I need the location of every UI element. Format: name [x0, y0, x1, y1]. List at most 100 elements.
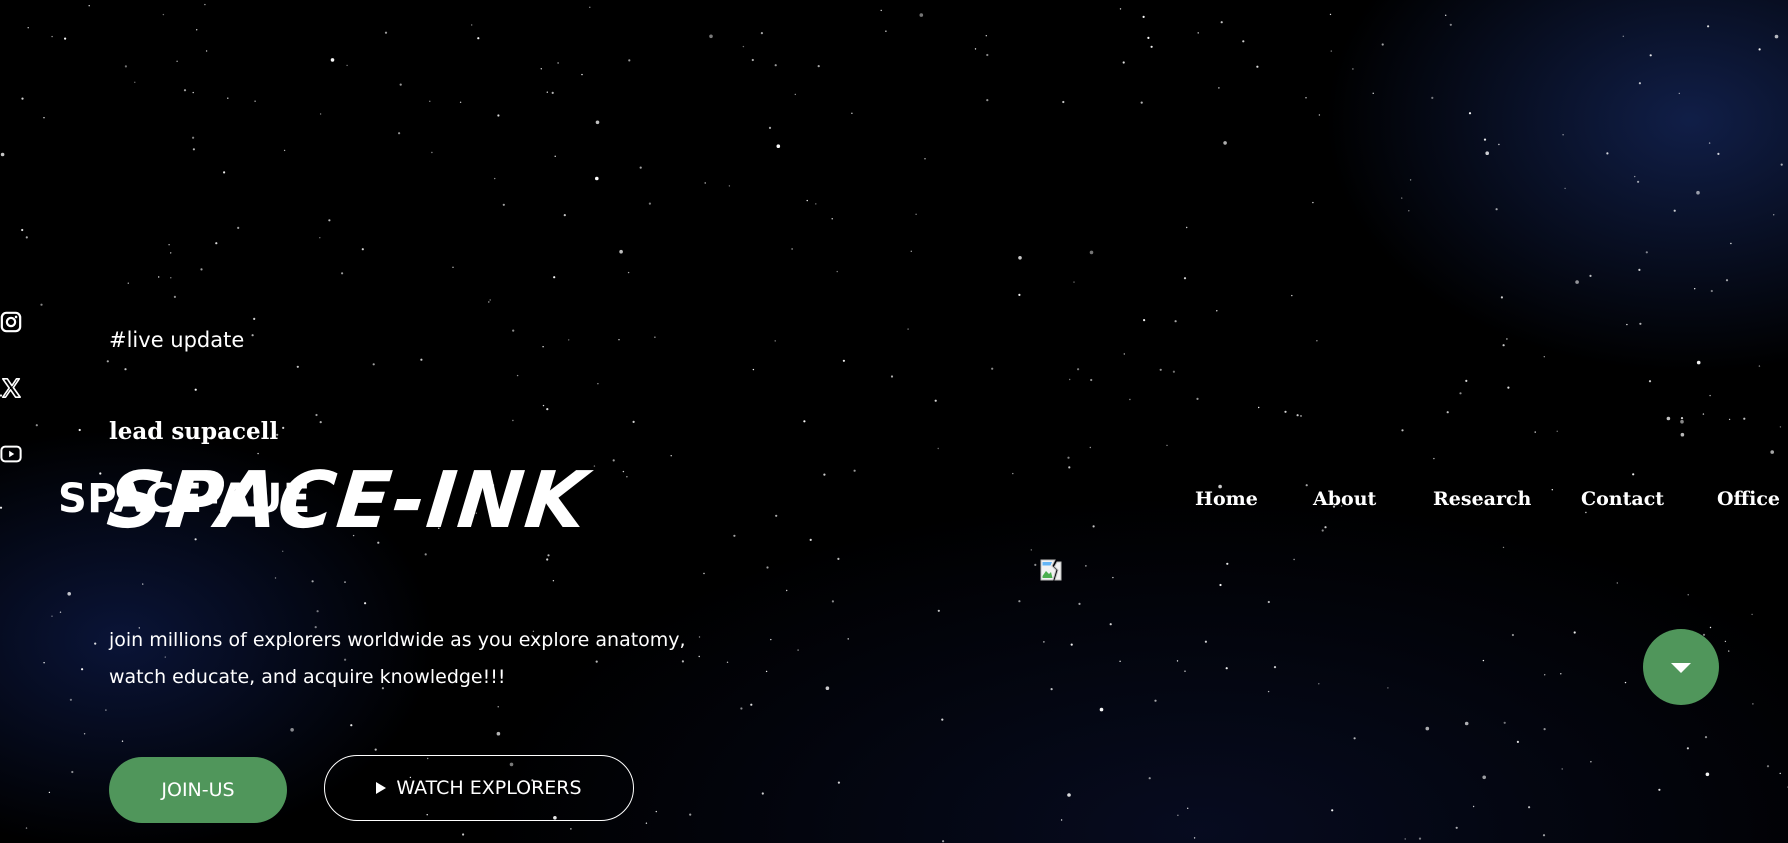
star [774, 340, 776, 342]
star [752, 368, 755, 371]
star [1090, 378, 1093, 382]
nav-item-contact[interactable]: Contact [1581, 488, 1664, 510]
star [81, 668, 84, 671]
star [1226, 562, 1229, 565]
nav-item-home[interactable]: Home [1195, 488, 1258, 510]
star [429, 100, 431, 103]
join-us-label: JOIN-US [161, 779, 235, 801]
star [1724, 640, 1727, 643]
star [540, 68, 542, 70]
star [836, 270, 838, 273]
star [937, 609, 940, 612]
instagram-icon[interactable] [0, 311, 22, 337]
star [1483, 138, 1487, 141]
star [1544, 674, 1546, 676]
nav-item-research[interactable]: Research [1433, 488, 1531, 510]
star [319, 421, 322, 424]
scroll-down-button[interactable] [1643, 629, 1719, 705]
star [1401, 197, 1403, 199]
star [774, 64, 777, 67]
star [1506, 338, 1508, 340]
chevron-down-icon [1671, 663, 1691, 673]
star [1408, 210, 1410, 212]
star [1704, 736, 1708, 739]
star [1534, 431, 1536, 433]
star [204, 3, 206, 6]
star [1176, 660, 1179, 662]
star [1353, 737, 1356, 740]
star [1561, 768, 1563, 770]
star [1312, 201, 1314, 204]
star [1589, 274, 1592, 277]
star [170, 252, 172, 254]
star [1766, 765, 1770, 768]
star [40, 303, 43, 306]
star [794, 93, 796, 96]
star [1273, 666, 1277, 669]
star [315, 413, 318, 417]
star [1702, 413, 1705, 415]
star [361, 248, 364, 251]
star [1293, 558, 1295, 561]
star [1099, 707, 1104, 712]
star [1119, 8, 1122, 10]
star [1502, 546, 1505, 549]
star [1147, 36, 1150, 40]
star [910, 250, 912, 252]
star [350, 724, 353, 727]
star [168, 244, 170, 246]
star [1562, 134, 1564, 136]
star [546, 408, 549, 411]
star [934, 399, 937, 402]
star [0, 506, 3, 509]
star [570, 828, 572, 830]
star [1686, 747, 1689, 750]
star [1401, 429, 1404, 432]
star [589, 6, 591, 8]
star [937, 447, 939, 450]
star [1433, 457, 1435, 460]
join-us-button[interactable]: JOIN-US [109, 757, 287, 823]
star [1728, 418, 1731, 421]
star [1482, 775, 1486, 780]
star [1758, 48, 1761, 51]
star [282, 426, 285, 429]
star [94, 642, 97, 645]
star [1330, 50, 1333, 52]
x-icon[interactable] [0, 377, 22, 403]
youtube-icon[interactable] [0, 443, 22, 469]
star [1696, 190, 1700, 195]
star [1543, 356, 1546, 358]
star [223, 171, 226, 174]
star [1445, 14, 1447, 16]
star [1267, 600, 1270, 604]
watch-explorers-button[interactable]: WATCH EXPLORERS [324, 755, 634, 821]
star [1324, 526, 1327, 529]
star [1516, 740, 1519, 744]
star [192, 148, 195, 151]
star [290, 728, 294, 732]
star [1482, 659, 1485, 662]
star [257, 452, 259, 455]
star [134, 81, 136, 84]
star [1204, 640, 1207, 643]
star [851, 112, 853, 115]
star [1404, 838, 1406, 840]
nav-item-office[interactable]: Office [1717, 488, 1780, 510]
star [282, 550, 284, 552]
star [364, 602, 367, 605]
star [1329, 13, 1332, 16]
star [1502, 344, 1505, 347]
star [554, 155, 556, 157]
star [597, 383, 599, 385]
star [1258, 406, 1260, 409]
star [986, 99, 989, 102]
star [628, 59, 631, 62]
star [497, 114, 500, 117]
star [1018, 600, 1021, 603]
star [1018, 255, 1022, 260]
star [283, 149, 286, 152]
star [581, 73, 583, 76]
broken-image-icon [1039, 558, 1063, 582]
nav-item-about[interactable]: About [1313, 488, 1376, 510]
